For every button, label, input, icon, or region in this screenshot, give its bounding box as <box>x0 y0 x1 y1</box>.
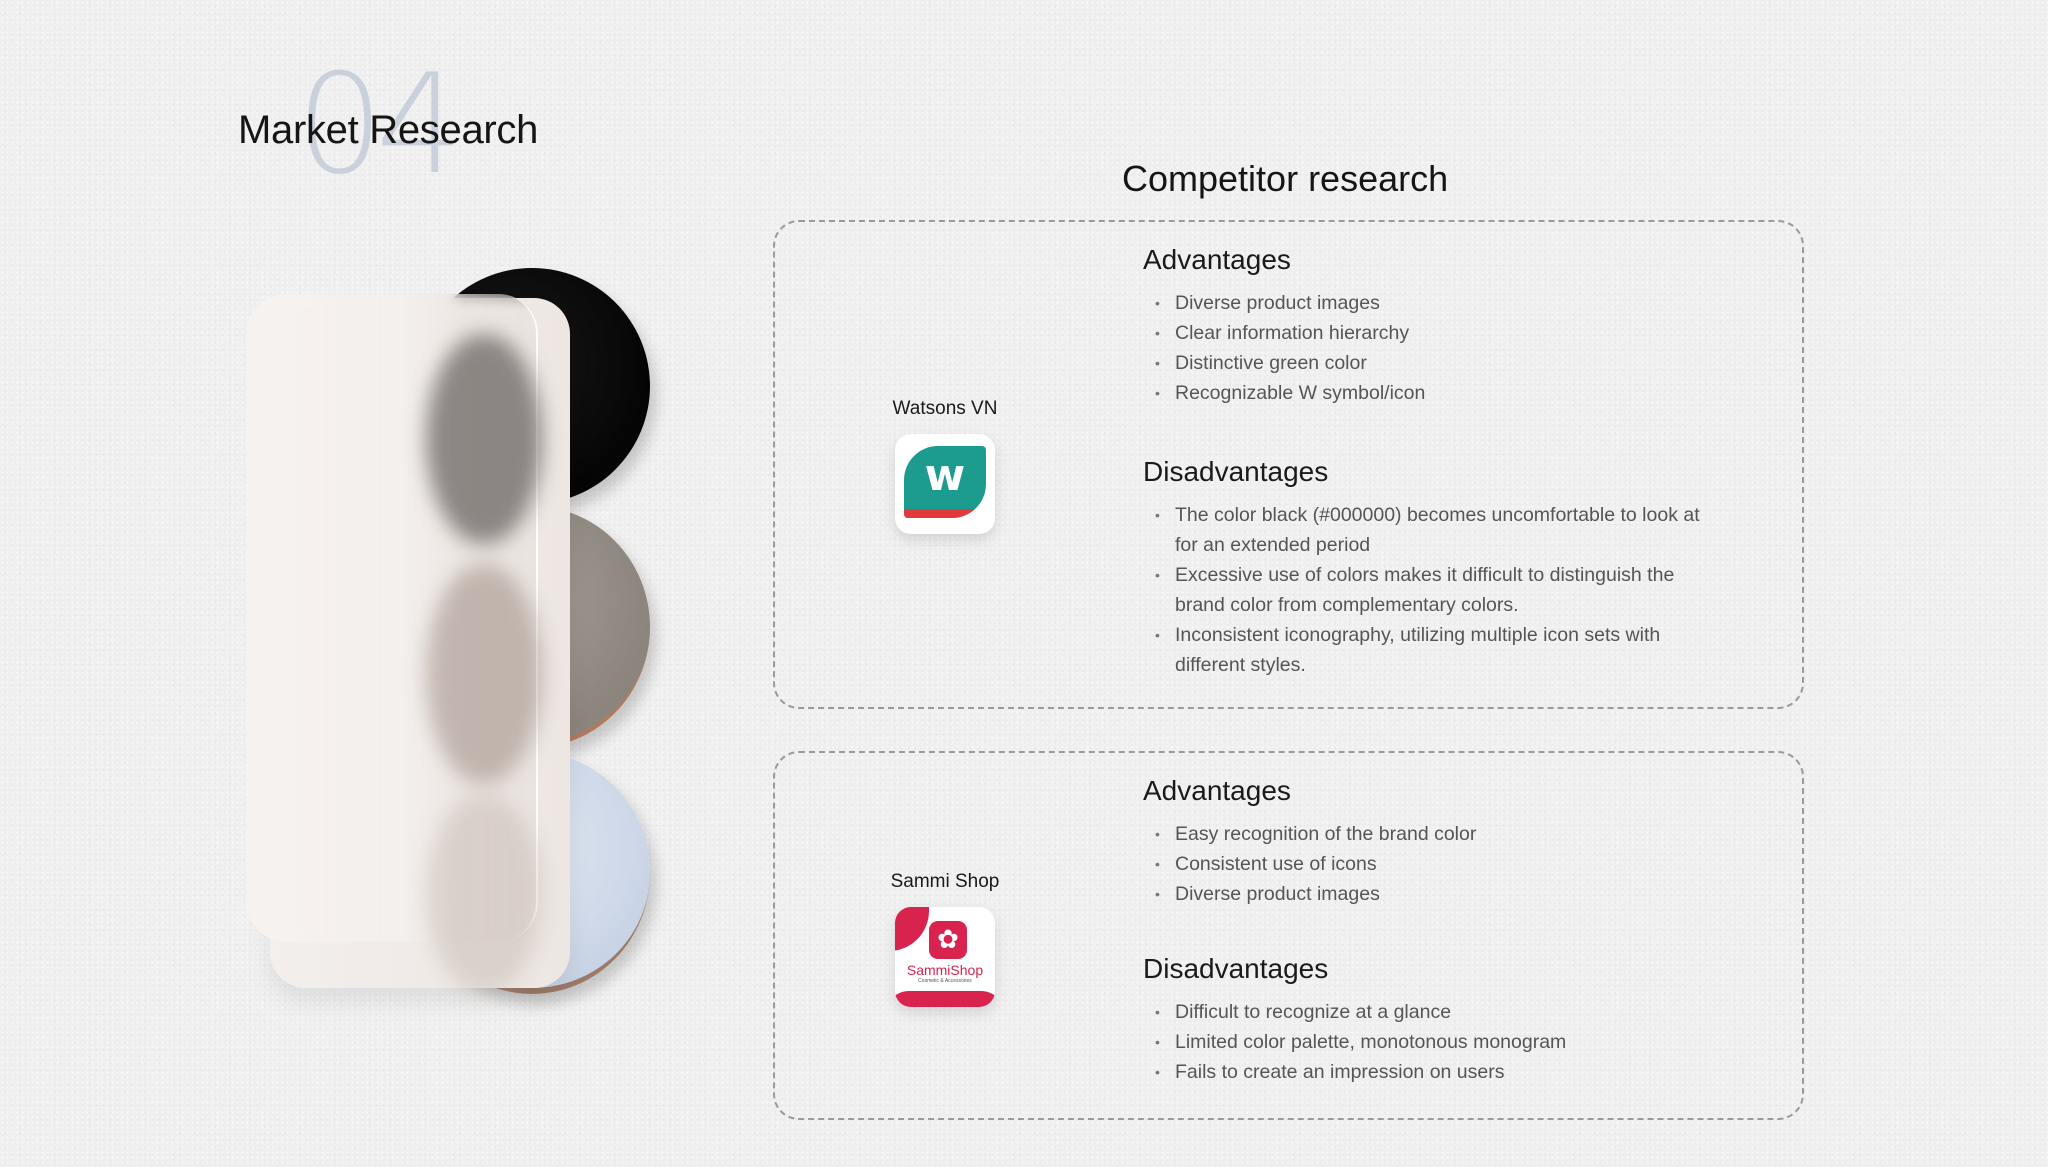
blurred-disc-reflection <box>426 564 542 784</box>
watsons-red-stripe <box>904 509 986 518</box>
brand-block: Sammi Shop ✿ SammiShop Cosmetic & Access… <box>855 871 1035 1007</box>
competitor-analysis: Advantages Easy recognition of the brand… <box>1143 775 1703 1087</box>
watsons-w-letter: w <box>924 450 966 501</box>
flower-icon: ✿ <box>929 921 967 959</box>
disadvantage-item: Limited color palette, monotonous monogr… <box>1143 1027 1703 1057</box>
sammi-shop-logo-icon: ✿ SammiShop Cosmetic & Accessories <box>895 907 995 1007</box>
advantage-item: Distinctive green color <box>1143 348 1703 378</box>
blurred-disc-reflection <box>426 334 542 544</box>
disadvantage-item: The color black (#000000) becomes uncomf… <box>1143 500 1703 560</box>
advantage-item: Clear information hierarchy <box>1143 318 1703 348</box>
competitor-card-watsons: Watsons VN w Advantages Diverse product … <box>773 220 1804 709</box>
advantages-list: Diverse product images Clear information… <box>1143 288 1703 408</box>
advantage-item: Easy recognition of the brand color <box>1143 819 1703 849</box>
disadvantages-heading: Disadvantages <box>1143 953 1329 984</box>
disadvantage-item: Excessive use of colors makes it difficu… <box>1143 560 1703 620</box>
sammi-bottom-shape <box>895 991 995 1007</box>
disadvantages-list: The color black (#000000) becomes uncomf… <box>1143 500 1703 680</box>
advantage-item: Diverse product images <box>1143 288 1703 318</box>
disadvantage-item: Difficult to recognize at a glance <box>1143 997 1703 1027</box>
sammi-wordmark: SammiShop <box>906 962 984 978</box>
advantages-heading: Advantages <box>1143 775 1291 806</box>
competitor-analysis: Advantages Diverse product images Clear … <box>1143 244 1703 680</box>
advantage-item: Recognizable W symbol/icon <box>1143 378 1703 408</box>
page-title: Market Research <box>238 108 539 152</box>
brand-name: Watsons VN <box>892 398 998 419</box>
frosted-glass-panel <box>246 294 542 994</box>
advantages-heading: Advantages <box>1143 244 1291 275</box>
disadvantages-list: Difficult to recognize at a glance Limit… <box>1143 997 1703 1087</box>
brand-name: Sammi Shop <box>890 871 1000 892</box>
watsons-leaf-shape: w <box>904 446 986 518</box>
advantages-list: Easy recognition of the brand color Cons… <box>1143 819 1703 909</box>
advantage-item: Consistent use of icons <box>1143 849 1703 879</box>
competitor-card-sammi-shop: Sammi Shop ✿ SammiShop Cosmetic & Access… <box>773 751 1804 1120</box>
sammi-tagline: Cosmetic & Accessories <box>918 978 972 984</box>
sammi-corner-shape <box>895 907 929 951</box>
watsons-logo-icon: w <box>895 434 995 534</box>
competitor-research-title: Competitor research <box>1122 158 1449 199</box>
disadvantage-item: Fails to create an impression on users <box>1143 1057 1703 1087</box>
advantage-item: Diverse product images <box>1143 879 1703 909</box>
brand-block: Watsons VN w <box>855 398 1035 534</box>
disadvantage-item: Inconsistent iconography, utilizing mult… <box>1143 620 1703 680</box>
blurred-disc-reflection <box>426 794 542 994</box>
decorative-artwork <box>240 268 660 998</box>
disadvantages-heading: Disadvantages <box>1143 456 1329 487</box>
